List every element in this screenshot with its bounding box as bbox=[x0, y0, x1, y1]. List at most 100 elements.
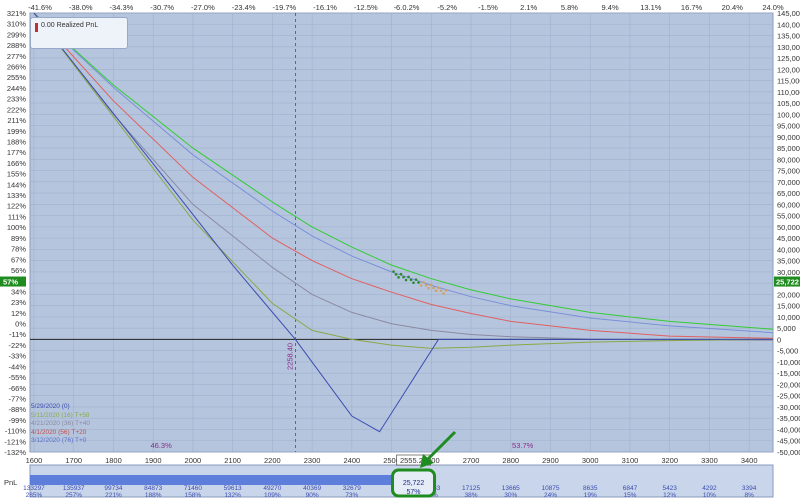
plot-area bbox=[29, 12, 774, 453]
top-pct-label: -19.7% bbox=[272, 3, 296, 12]
left-tick-label: 34% bbox=[11, 287, 26, 296]
right-tick-label: 35,000 bbox=[777, 257, 800, 266]
x-tick-label: 2700 bbox=[463, 456, 480, 465]
position-marker bbox=[424, 283, 428, 287]
bottom-pct: 109% bbox=[264, 492, 281, 499]
right-tick-label: 70,000 bbox=[777, 178, 800, 187]
bottom-pct: 8% bbox=[744, 492, 754, 499]
x-tick-label: 2900 bbox=[542, 456, 559, 465]
top-pct-label: 16.7% bbox=[681, 3, 703, 12]
left-tick-label: -44% bbox=[8, 362, 26, 371]
right-tick-label: 30,000 bbox=[777, 268, 800, 277]
top-pct-label: 9.4% bbox=[602, 3, 619, 12]
bottom-pct: 19% bbox=[584, 492, 597, 499]
bottom-axis-label: PnL bbox=[4, 478, 17, 487]
bottom-pct: 73% bbox=[345, 492, 358, 499]
left-tick-label: 0% bbox=[15, 320, 26, 329]
right-zone-pct: 53.7% bbox=[512, 441, 534, 450]
position-marker bbox=[427, 286, 430, 290]
top-pct-label: -1.5% bbox=[478, 3, 498, 12]
position-marker bbox=[399, 272, 403, 276]
legend-expirations: 5/29/2020 (0) 5/11/2020 (16) T+58 4/21/2… bbox=[31, 400, 126, 451]
position-marker bbox=[397, 276, 400, 279]
position-marker bbox=[432, 286, 435, 290]
right-tick-label: 40,000 bbox=[777, 245, 800, 254]
legend-item[interactable]: 4/1/2020 (56) T+20 bbox=[31, 429, 126, 438]
left-tick-label: 321% bbox=[7, 9, 27, 18]
strike-label: 2258.40 bbox=[286, 343, 295, 370]
bottom-bar bbox=[30, 475, 416, 485]
top-pct-label: -38.0% bbox=[69, 3, 93, 12]
x-tick-label: 3300 bbox=[701, 456, 718, 465]
position-marker bbox=[402, 275, 405, 279]
position-marker bbox=[434, 289, 438, 293]
top-pct-label: -23.4% bbox=[232, 3, 256, 12]
bottom-pct: 10% bbox=[703, 492, 716, 499]
bottom-price: 6847 bbox=[623, 485, 638, 492]
top-pct-label: 5.8% bbox=[561, 3, 578, 12]
right-tick-label: -35,000 bbox=[777, 414, 800, 423]
realized-pnl-label: 0.00 Realized PnL bbox=[41, 22, 99, 29]
bottom-pct: 30% bbox=[504, 492, 517, 499]
left-tick-label: 122% bbox=[7, 202, 27, 211]
left-tick-label: 188% bbox=[7, 137, 27, 146]
x-tick-label: 2300 bbox=[304, 456, 321, 465]
right-tick-label: -5,000 bbox=[777, 347, 798, 356]
x-tick-label: 3200 bbox=[661, 456, 678, 465]
left-tick-label: -110% bbox=[5, 427, 26, 436]
left-tick-label: 277% bbox=[7, 52, 27, 61]
left-tick-label: -22% bbox=[8, 341, 26, 350]
position-marker bbox=[444, 289, 448, 292]
current-pct-value: 57% bbox=[3, 278, 18, 287]
top-pct-label: -34.3% bbox=[110, 3, 134, 12]
right-tick-label: 135,000 bbox=[777, 32, 800, 41]
legend-item[interactable]: 4/21/2020 (36) T+40 bbox=[31, 420, 126, 429]
left-tick-label: 266% bbox=[7, 63, 27, 72]
right-tick-label: 65,000 bbox=[777, 189, 800, 198]
bottom-pct: 24% bbox=[544, 492, 557, 499]
bottom-pct: 188% bbox=[145, 492, 162, 499]
left-tick-label: -88% bbox=[8, 405, 26, 414]
left-tick-label: 310% bbox=[7, 20, 27, 29]
right-tick-label: 125,000 bbox=[777, 54, 800, 63]
left-tick-label: -11% bbox=[9, 330, 26, 339]
position-marker bbox=[414, 278, 418, 281]
top-pct-label: -16.1% bbox=[313, 3, 337, 12]
left-tick-label: 67% bbox=[11, 255, 26, 264]
legend-item[interactable]: 3/12/2020 (76) T+0 bbox=[31, 437, 126, 446]
left-tick-label: 12% bbox=[11, 309, 26, 318]
bottom-pct: 12% bbox=[663, 492, 676, 499]
position-marker bbox=[439, 289, 443, 292]
x-tick-label: 3100 bbox=[622, 456, 639, 465]
bottom-price: 133297 bbox=[23, 485, 45, 492]
x-tick-label: 2800 bbox=[502, 456, 519, 465]
bottom-pct: 90% bbox=[306, 492, 319, 499]
position-marker bbox=[419, 284, 423, 287]
realized-pnl-marker bbox=[35, 23, 38, 32]
right-tick-label: 55,000 bbox=[777, 212, 800, 221]
bottom-pct: 257% bbox=[65, 492, 82, 499]
right-tick-label: 45,000 bbox=[777, 234, 800, 243]
right-tick-label: 110,000 bbox=[777, 88, 800, 97]
right-tick-label: 140,000 bbox=[777, 20, 800, 29]
right-tick-label: 20,000 bbox=[777, 290, 800, 299]
legend-item[interactable]: 5/29/2020 (0) bbox=[31, 403, 126, 412]
left-tick-label: -132% bbox=[4, 448, 26, 457]
x-tick-label: 2100 bbox=[224, 456, 241, 465]
position-marker bbox=[412, 281, 415, 285]
top-pct-label: -5.2% bbox=[437, 3, 457, 12]
top-pct-label: 2.1% bbox=[520, 3, 537, 12]
bottom-pct: 38% bbox=[465, 492, 478, 499]
legend-item[interactable]: 5/11/2020 (16) T+58 bbox=[31, 412, 126, 421]
left-tick-label: -66% bbox=[8, 384, 26, 393]
left-tick-label: -121% bbox=[4, 437, 26, 446]
left-tick-label: 211% bbox=[7, 116, 26, 125]
top-pct-label: 13.1% bbox=[640, 3, 662, 12]
bottom-pct: 221% bbox=[105, 492, 122, 499]
top-pct-label: -6.0.2% bbox=[394, 3, 420, 12]
right-tick-label: 100,000 bbox=[777, 110, 800, 119]
x-tick-label: 3400 bbox=[741, 456, 758, 465]
left-tick-label: 166% bbox=[7, 159, 27, 168]
right-tick-label: 120,000 bbox=[777, 65, 800, 74]
left-tick-label: 78% bbox=[11, 245, 26, 254]
